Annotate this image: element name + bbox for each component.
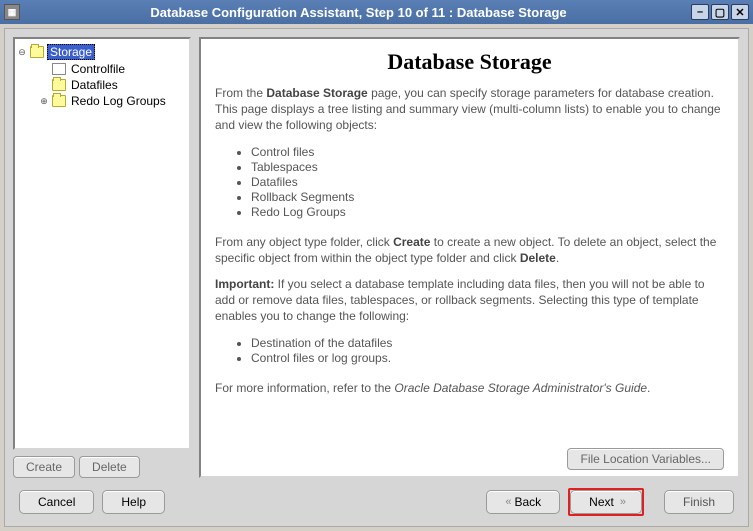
next-button[interactable]: Next » [570,490,642,514]
cancel-button[interactable]: Cancel [19,490,94,514]
window-buttons: – ▢ ✕ [691,4,749,20]
next-label: Next [589,495,614,509]
create-button[interactable]: Create [13,456,75,478]
folder-icon [52,79,66,91]
back-label: Back [514,495,541,509]
chevron-left-icon: « [505,496,508,508]
list-item: Datafiles [251,175,724,189]
list-item: Control files [251,145,724,159]
help-button[interactable]: Help [102,490,165,514]
list-item: Redo Log Groups [251,205,724,219]
tree-item-redo-log-groups[interactable]: ⊕ Redo Log Groups [17,93,187,109]
tree-item-datafiles[interactable]: Datafiles [17,77,187,93]
finish-button[interactable]: Finish [664,490,734,514]
tree-label: Redo Log Groups [69,94,168,108]
tree-label: Controlfile [69,62,127,76]
create-delete-paragraph: From any object type folder, click Creat… [215,234,724,266]
important-paragraph: Important: If you select a database temp… [215,276,724,325]
tree-label: Datafiles [69,78,120,92]
close-button[interactable]: ✕ [731,4,749,20]
more-info-paragraph: For more information, refer to the Oracl… [215,380,724,396]
titlebar: ▦ Database Configuration Assistant, Step… [0,0,753,24]
intro-paragraph: From the Database Storage page, you can … [215,85,724,134]
folder-icon [30,46,44,58]
maximize-button[interactable]: ▢ [711,4,729,20]
list-item: Control files or log groups. [251,351,724,365]
minimize-button[interactable]: – [691,4,709,20]
folder-icon [52,95,66,107]
collapse-icon[interactable]: ⊖ [17,47,27,57]
spacer-icon [39,80,49,90]
template-list: Destination of the datafiles Control fil… [215,335,724,366]
tree-label: Storage [47,44,95,60]
page-heading: Database Storage [215,49,724,75]
window-title: Database Configuration Assistant, Step 1… [26,5,691,20]
chevron-right-icon: » [620,496,623,508]
list-item: Rollback Segments [251,190,724,204]
next-highlight: Next » [568,488,644,516]
storage-tree[interactable]: ⊖ Storage Controlfile Datafiles [13,37,191,450]
list-item: Destination of the datafiles [251,336,724,350]
wizard-navbar: Cancel Help « Back Next » Finish [13,478,740,518]
spacer-icon [39,64,49,74]
expand-icon[interactable]: ⊕ [39,96,49,106]
app-icon: ▦ [4,4,20,20]
doc-icon [52,63,66,75]
content-panel: Database Storage From the Database Stora… [199,37,740,478]
delete-button[interactable]: Delete [79,456,140,478]
objects-list: Control files Tablespaces Datafiles Roll… [215,144,724,220]
file-location-variables-button[interactable]: File Location Variables... [567,448,724,470]
back-button[interactable]: « Back [486,490,560,514]
tree-item-controlfile[interactable]: Controlfile [17,61,187,77]
list-item: Tablespaces [251,160,724,174]
tree-root-storage[interactable]: ⊖ Storage [17,43,187,61]
